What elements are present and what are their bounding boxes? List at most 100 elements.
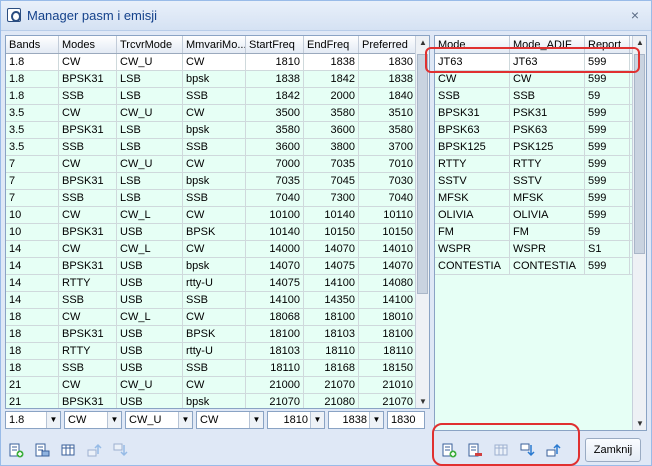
chevron-down-icon[interactable]: ▼ xyxy=(310,412,324,428)
table-row[interactable]: SSB SSB 59 xyxy=(435,88,646,105)
scroll-thumb[interactable] xyxy=(634,54,645,254)
modes-cell: S1 xyxy=(585,241,630,257)
scroll-down-icon[interactable]: ▼ xyxy=(635,419,645,428)
bands-col-header[interactable]: MmvariMo... xyxy=(183,36,246,53)
bands-col-header[interactable]: TrcvrMode xyxy=(117,36,183,53)
bands-table-scrollbar[interactable]: ▲ ▼ xyxy=(415,36,429,408)
bands-cell: 3580 xyxy=(304,105,359,121)
table-row[interactable]: SSTV SSTV 599 xyxy=(435,173,646,190)
table-row[interactable]: 1.8 SSB LSB SSB 1842 2000 1840 xyxy=(6,88,429,105)
bands-col-header[interactable]: Modes xyxy=(59,36,117,53)
bands-cell: 21 xyxy=(6,377,59,393)
bands-cell: CW xyxy=(59,207,117,223)
chevron-down-icon[interactable]: ▼ xyxy=(369,412,383,428)
table-row[interactable]: OLIVIA OLIVIA 599 xyxy=(435,207,646,224)
bands-cell: 18100 xyxy=(304,309,359,325)
scroll-thumb[interactable] xyxy=(417,54,428,294)
bands-cell: 21080 xyxy=(304,394,359,408)
table-row[interactable]: 7 SSB LSB SSB 7040 7300 7040 xyxy=(6,190,429,207)
bands-cell: 1.8 xyxy=(6,54,59,70)
editor-field-bands[interactable]: 1.8 ▼ xyxy=(5,411,61,429)
edit-record-button[interactable] xyxy=(31,439,53,461)
bands-cell: 3510 xyxy=(359,105,417,121)
modes-table-scrollbar[interactable]: ▲ ▼ xyxy=(632,36,646,430)
table-row[interactable]: 18 CW CW_L CW 18068 18100 18010 xyxy=(6,309,429,326)
bands-cell: CW xyxy=(59,105,117,121)
chevron-down-icon[interactable]: ▼ xyxy=(107,412,121,428)
table-row[interactable]: BPSK63 PSK63 599 xyxy=(435,122,646,139)
table-row[interactable]: 21 BPSK31 USB bpsk 21070 21080 21070 xyxy=(6,394,429,408)
chevron-down-icon[interactable]: ▼ xyxy=(178,412,192,428)
editor-field-modes[interactable]: CW ▼ xyxy=(64,411,122,429)
move-down-button[interactable] xyxy=(109,439,131,461)
modes-cell: 599 xyxy=(585,190,630,206)
close-button[interactable]: Zamknij xyxy=(585,438,641,462)
scroll-up-icon[interactable]: ▲ xyxy=(418,38,428,47)
table-row[interactable]: 18 BPSK31 USB BPSK 18100 18103 18100 xyxy=(6,326,429,343)
editor-field-endfreq[interactable]: 1838 ▼ xyxy=(328,411,384,429)
table-button[interactable] xyxy=(57,439,79,461)
bands-cell: 18103 xyxy=(304,326,359,342)
scroll-up-icon[interactable]: ▲ xyxy=(635,38,645,47)
table-row[interactable]: 7 CW CW_U CW 7000 7035 7010 xyxy=(6,156,429,173)
table-row[interactable]: 3.5 SSB LSB SSB 3600 3800 3700 xyxy=(6,139,429,156)
bands-cell: 3580 xyxy=(359,122,417,138)
bands-col-header[interactable]: Bands xyxy=(6,36,59,53)
table-row[interactable]: 14 RTTY USB rtty-U 14075 14100 14080 xyxy=(6,275,429,292)
modes-cell: BPSK125 xyxy=(435,139,510,155)
add-record-button[interactable] xyxy=(5,439,27,461)
table-row[interactable]: RTTY RTTY 599 xyxy=(435,156,646,173)
table-row[interactable]: 3.5 CW CW_U CW 3500 3580 3510 xyxy=(6,105,429,122)
bands-cell: SSB xyxy=(183,139,246,155)
close-window-button[interactable]: × xyxy=(627,7,643,23)
bands-col-header[interactable]: StartFreq xyxy=(246,36,304,53)
table-row[interactable]: BPSK125 PSK125 599 xyxy=(435,139,646,156)
table-row[interactable]: WSPR WSPR S1 xyxy=(435,241,646,258)
table-row[interactable]: 18 SSB USB SSB 18110 18168 18150 xyxy=(6,360,429,377)
table-row[interactable]: MFSK MFSK 599 xyxy=(435,190,646,207)
table-row[interactable]: 14 SSB USB SSB 14100 14350 14100 xyxy=(6,292,429,309)
modes-cell: 59 xyxy=(585,88,630,104)
scroll-down-icon[interactable]: ▼ xyxy=(418,397,428,406)
table-row[interactable]: FM FM 59 xyxy=(435,224,646,241)
modes-cell: SSTV xyxy=(435,173,510,189)
table-row[interactable]: 21 CW CW_U CW 21000 21070 21010 xyxy=(6,377,429,394)
editor-field-trcvrmode[interactable]: CW_U ▼ xyxy=(125,411,193,429)
table-row[interactable]: CONTESTIA CONTESTIA 599 xyxy=(435,258,646,275)
bands-cell: CW_U xyxy=(117,377,183,393)
editor-field-mmvarimo[interactable]: CW ▼ xyxy=(196,411,264,429)
table-row[interactable]: 14 CW CW_L CW 14000 14070 14010 xyxy=(6,241,429,258)
bands-col-header[interactable]: Preferred xyxy=(359,36,417,53)
bands-cell: 21 xyxy=(6,394,59,408)
table-row[interactable]: 3.5 BPSK31 LSB bpsk 3580 3600 3580 xyxy=(6,122,429,139)
table-row[interactable]: 7 BPSK31 LSB bpsk 7035 7045 7030 xyxy=(6,173,429,190)
table-row[interactable]: 10 BPSK31 USB BPSK 10140 10150 10150 xyxy=(6,224,429,241)
table-row[interactable]: 18 RTTY USB rtty-U 18103 18110 18110 xyxy=(6,343,429,360)
table-row[interactable]: BPSK31 PSK31 599 xyxy=(435,105,646,122)
bands-cell: SSB xyxy=(59,360,117,376)
bands-cell: 1838 xyxy=(304,54,359,70)
bands-cell: CW_U xyxy=(117,105,183,121)
bands-cell: CW xyxy=(59,377,117,393)
bands-cell: 3500 xyxy=(246,105,304,121)
bands-cell: LSB xyxy=(117,122,183,138)
editor-field-startfreq[interactable]: 1810 ▼ xyxy=(267,411,325,429)
window-title: Manager pasm i emisji xyxy=(27,8,158,23)
bands-cell: CW_U xyxy=(117,156,183,172)
table-row[interactable]: 10 CW CW_L CW 10100 10140 10110 xyxy=(6,207,429,224)
table-row[interactable]: CW CW 599 xyxy=(435,71,646,88)
bands-cell: 14070 xyxy=(304,241,359,257)
modes-cell: 599 xyxy=(585,173,630,189)
bands-cell: 3580 xyxy=(246,122,304,138)
bands-col-header[interactable]: EndFreq xyxy=(304,36,359,53)
move-up-button[interactable] xyxy=(83,439,105,461)
editor-field-preferred[interactable]: 1830 xyxy=(387,411,425,429)
chevron-down-icon[interactable]: ▼ xyxy=(46,412,60,428)
modes-cell: PSK125 xyxy=(510,139,585,155)
table-row[interactable]: 14 BPSK31 USB bpsk 14070 14075 14070 xyxy=(6,258,429,275)
table-row[interactable]: 1.8 BPSK31 LSB bpsk 1838 1842 1838 xyxy=(6,71,429,88)
table-row[interactable]: 1.8 CW CW_U CW 1810 1838 1830 xyxy=(6,54,429,71)
bands-cell: 14080 xyxy=(359,275,417,291)
bands-cell: USB xyxy=(117,394,183,408)
chevron-down-icon[interactable]: ▼ xyxy=(249,412,263,428)
